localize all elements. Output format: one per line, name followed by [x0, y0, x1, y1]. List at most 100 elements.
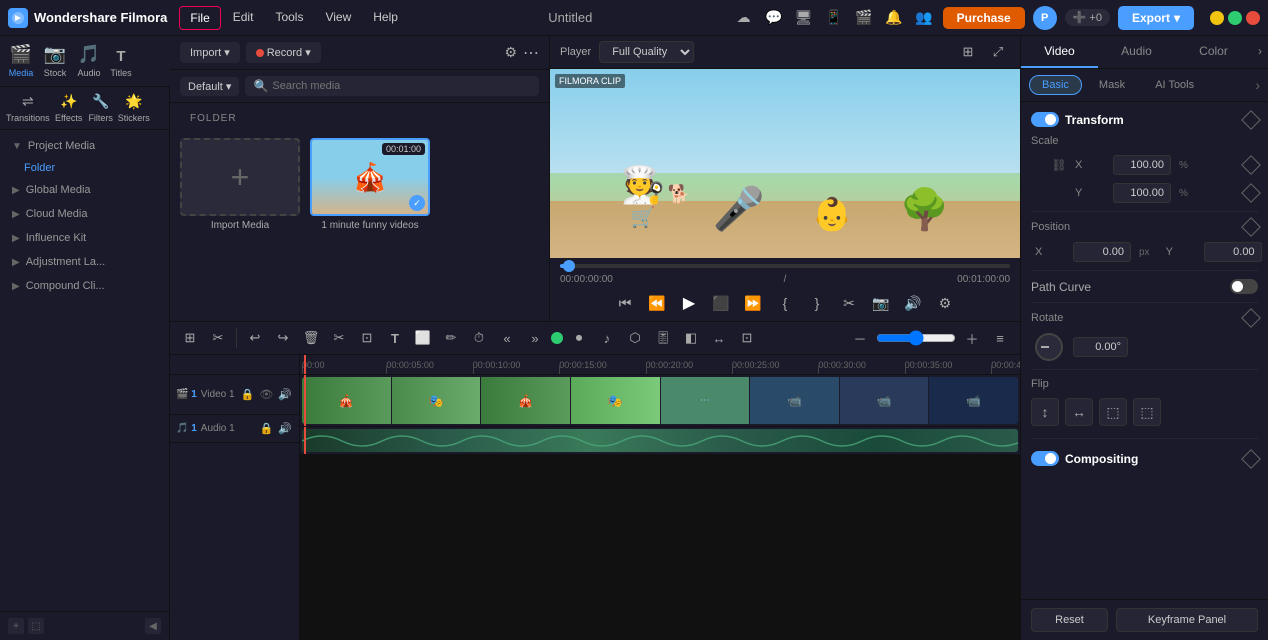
subtab-basic[interactable]: Basic: [1029, 75, 1082, 95]
rotate-dial[interactable]: [1035, 333, 1063, 361]
tool-stickers[interactable]: 🌟 Stickers: [116, 91, 152, 125]
tool-audio[interactable]: 🎵 Audio: [72, 42, 106, 80]
rotate-keyframe[interactable]: [1241, 308, 1261, 328]
cloud-icon[interactable]: ☁: [733, 7, 755, 29]
subtabs-more[interactable]: ›: [1255, 75, 1260, 95]
play-button[interactable]: ▶: [677, 291, 701, 315]
position-keyframe[interactable]: [1241, 217, 1261, 237]
link-button[interactable]: ↔: [707, 326, 731, 350]
subtab-mask[interactable]: Mask: [1086, 75, 1138, 95]
tool-media[interactable]: 🎬 Media: [4, 42, 38, 80]
people-icon[interactable]: 👥: [913, 7, 935, 29]
menu-help[interactable]: Help: [363, 6, 408, 30]
compositing-keyframe[interactable]: [1241, 449, 1261, 469]
text-button[interactable]: T: [383, 326, 407, 350]
flip-horizontal-button[interactable]: ↔: [1065, 398, 1093, 426]
in-point-button[interactable]: {: [773, 291, 797, 315]
timeline-settings-button[interactable]: ≡: [988, 326, 1012, 350]
shape-button[interactable]: ⬜: [411, 326, 435, 350]
flip-h-mirror-button[interactable]: ⬚: [1099, 398, 1127, 426]
folder-item[interactable]: Folder: [0, 158, 169, 178]
avatar[interactable]: P: [1033, 6, 1057, 30]
monitor-icon[interactable]: 🖥: [793, 7, 815, 29]
flip-v-mirror-button[interactable]: ⬚: [1133, 398, 1161, 426]
tool-transitions[interactable]: ⇌ Transitions: [4, 91, 52, 125]
silence-button[interactable]: ⬡: [623, 326, 647, 350]
close-button[interactable]: [1246, 11, 1260, 25]
search-input[interactable]: [272, 80, 531, 92]
filter-button[interactable]: ⚙: [504, 44, 517, 61]
minimize-button[interactable]: [1210, 11, 1224, 25]
transform-keyframe-icon[interactable]: [1241, 110, 1261, 130]
reset-button[interactable]: Reset: [1031, 608, 1108, 632]
tab-compound[interactable]: ▶ Compound Cli...: [0, 274, 169, 298]
tab-adjustment[interactable]: ▶ Adjustment La...: [0, 250, 169, 274]
out-point-button[interactable]: }: [805, 291, 829, 315]
tab-project-media[interactable]: ▼ Project Media: [0, 134, 169, 158]
progress-bar[interactable]: [560, 264, 1010, 268]
scale-y-keyframe[interactable]: [1241, 183, 1261, 203]
zoom-slider[interactable]: [876, 330, 956, 346]
settings-button[interactable]: ⚙: [933, 291, 957, 315]
quality-select[interactable]: Full Quality Half Quality: [599, 41, 694, 63]
add-track-button[interactable]: +: [8, 618, 24, 634]
tool-effects[interactable]: ✨ Effects: [52, 91, 86, 125]
frame-back-button[interactable]: ⏪: [645, 291, 669, 315]
track-eye-button[interactable]: 👁: [258, 387, 274, 402]
crop2-button[interactable]: ⊡: [355, 326, 379, 350]
record-button[interactable]: Record ▾: [246, 42, 321, 63]
transform-toggle[interactable]: [1031, 112, 1059, 127]
redo-button[interactable]: ↪: [271, 326, 295, 350]
crop-button[interactable]: ✂: [206, 326, 230, 350]
zoom-fit-button[interactable]: ⊡: [735, 326, 759, 350]
position-y-input[interactable]: [1204, 242, 1262, 262]
fullscreen-button[interactable]: ⤢: [986, 40, 1010, 64]
snapshot-button[interactable]: 📷: [869, 291, 893, 315]
grid-view-button[interactable]: ⊞: [956, 40, 980, 64]
phone-icon[interactable]: 📱: [823, 7, 845, 29]
menu-view[interactable]: View: [315, 6, 361, 30]
export-button[interactable]: Export ▾: [1118, 6, 1194, 30]
scene-button[interactable]: ⊞: [178, 326, 202, 350]
tool-stock[interactable]: 📷 Stock: [38, 42, 72, 80]
position-x-input[interactable]: [1073, 242, 1131, 262]
maximize-button[interactable]: [1228, 11, 1242, 25]
media-icon[interactable]: 🎬: [853, 7, 875, 29]
zoom-out-button[interactable]: －: [848, 326, 872, 350]
media-settings-button[interactable]: ⬚: [28, 618, 44, 634]
rotate-input[interactable]: [1073, 337, 1128, 357]
tab-video[interactable]: Video: [1021, 36, 1098, 68]
next-frame-button[interactable]: »: [523, 326, 547, 350]
tab-color[interactable]: Color: [1175, 36, 1252, 68]
bell-icon[interactable]: 🔔: [883, 7, 905, 29]
video-thumb[interactable]: 🎪 00:01:00 ✓: [310, 138, 430, 216]
collapse-button[interactable]: ◀: [145, 618, 161, 634]
track-volume-button[interactable]: 🔊: [277, 387, 293, 402]
transition2-button[interactable]: 🎚: [651, 326, 675, 350]
path-curve-toggle[interactable]: [1230, 279, 1258, 294]
import-button[interactable]: Import ▾: [180, 42, 240, 63]
split-button[interactable]: ◧: [679, 326, 703, 350]
audio-volume-button[interactable]: 🔊: [277, 421, 293, 436]
track-lock-button[interactable]: 🔒: [240, 387, 256, 402]
audio-lock-button[interactable]: 🔒: [259, 421, 275, 436]
import-media-item[interactable]: + Import Media: [180, 138, 300, 231]
tab-cloud-media[interactable]: ▶ Cloud Media: [0, 202, 169, 226]
pen-button[interactable]: ✏: [439, 326, 463, 350]
tool-filters[interactable]: 🔧 Filters: [86, 91, 116, 125]
compositing-toggle[interactable]: [1031, 451, 1059, 466]
subtab-ai-tools[interactable]: AI Tools: [1142, 75, 1207, 95]
import-thumb[interactable]: +: [180, 138, 300, 216]
zoom-in-button[interactable]: ＋: [960, 326, 984, 350]
chat-icon[interactable]: 💬: [763, 7, 785, 29]
audio2-button[interactable]: ♪: [595, 326, 619, 350]
scale-x-keyframe[interactable]: [1241, 155, 1261, 175]
video-media-item[interactable]: 🎪 00:01:00 ✓ 1 minute funny videos: [310, 138, 430, 231]
scale-y-input[interactable]: [1113, 183, 1171, 203]
tab-expand[interactable]: ›: [1252, 36, 1268, 68]
record2-button[interactable]: ⏺: [567, 326, 591, 350]
skip-back-button[interactable]: ⏮: [613, 291, 637, 315]
tab-global-media[interactable]: ▶ Global Media: [0, 178, 169, 202]
more-options-button[interactable]: ⋯: [523, 43, 539, 63]
menu-edit[interactable]: Edit: [223, 6, 264, 30]
